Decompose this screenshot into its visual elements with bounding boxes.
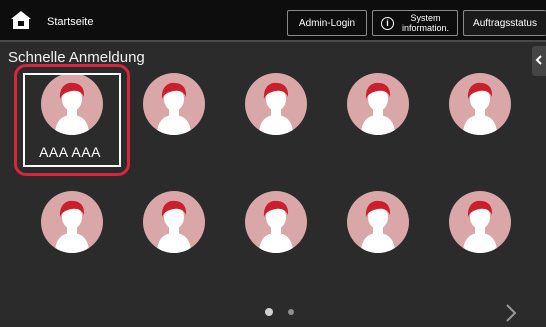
user-tile[interactable] [224,180,324,280]
user-avatar-icon [245,191,307,253]
user-tile[interactable] [122,62,222,162]
user-avatar-icon [41,73,103,135]
user-avatar-icon [143,73,205,135]
page-indicator-active [265,308,273,316]
user-tile[interactable] [428,180,528,280]
user-avatar-icon [449,73,511,135]
user-avatar-icon [449,191,511,253]
user-tile[interactable] [20,180,120,280]
user-tile[interactable] [122,180,222,280]
page-indicator-inactive [288,309,294,315]
user-avatar-icon [347,191,409,253]
user-tile[interactable]: AAA AAA [20,62,120,162]
user-tile[interactable] [326,180,426,280]
user-tile[interactable] [224,62,324,162]
quick-login-user-grid: AAA AAA [0,0,546,327]
chevron-right-icon [504,304,518,327]
user-avatar-icon [245,73,307,135]
user-tile[interactable] [428,62,528,162]
user-avatar-icon [347,73,409,135]
next-page-button[interactable] [504,302,518,324]
user-name: AAA AAA [39,144,101,160]
user-tile[interactable] [326,62,426,162]
user-avatar-icon [143,191,205,253]
user-avatar-icon [41,191,103,253]
